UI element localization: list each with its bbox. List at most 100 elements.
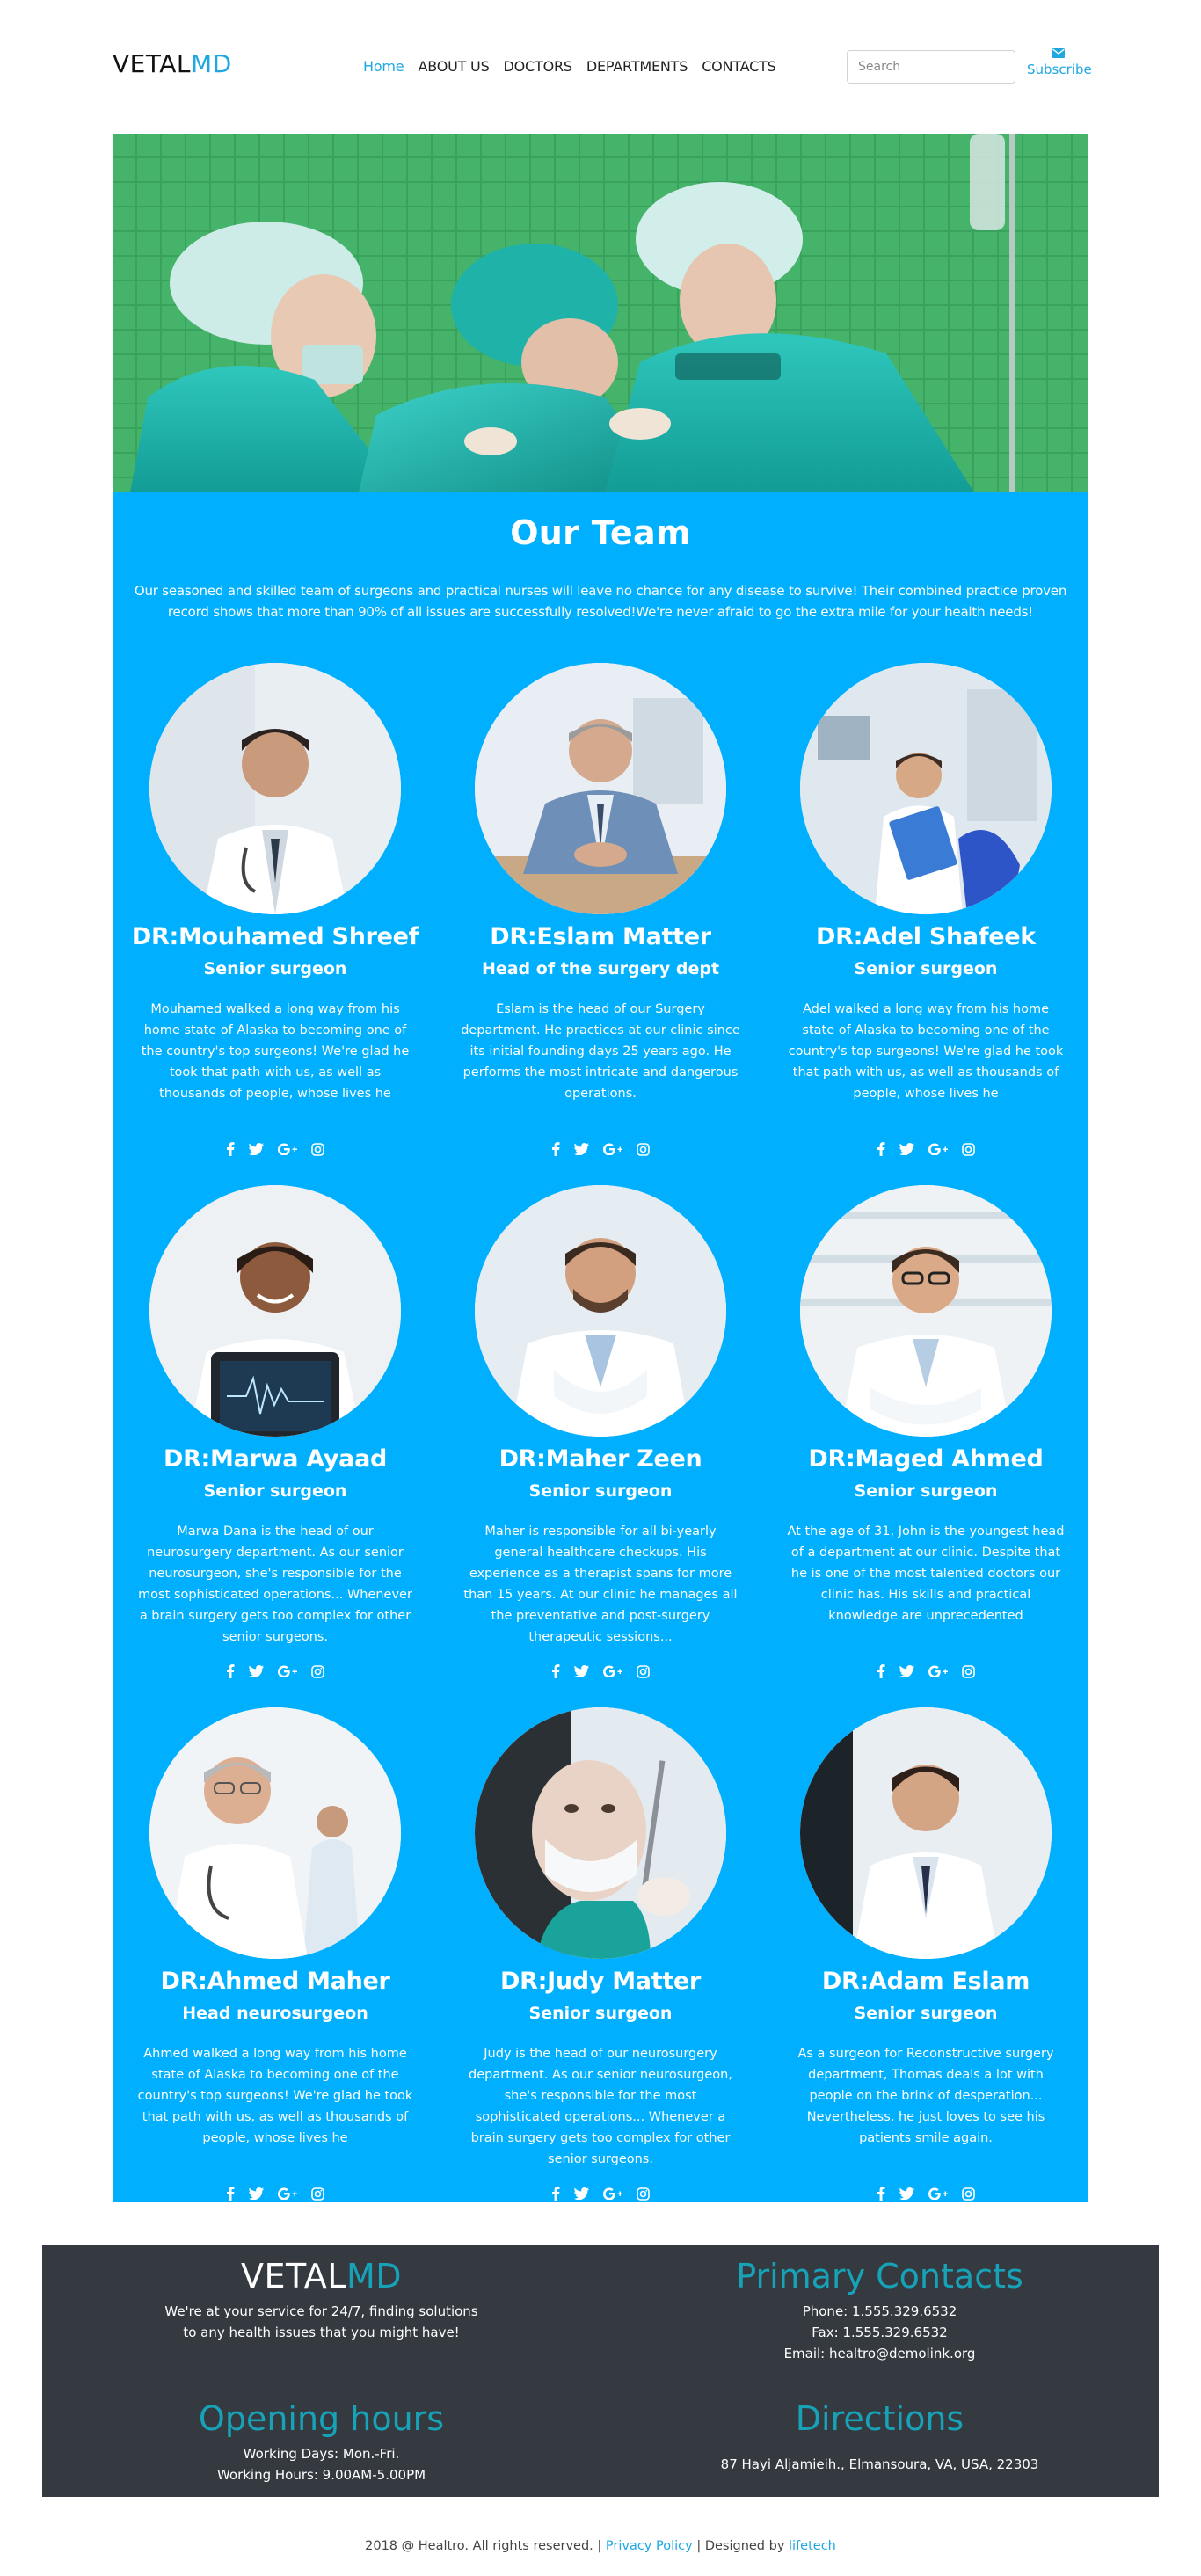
nav-item-home[interactable]: Home: [363, 58, 404, 75]
designer-link[interactable]: lifetech: [789, 2539, 836, 2553]
instagram-icon[interactable]: [962, 1140, 975, 1158]
google-plus-icon[interactable]: [928, 1140, 948, 1158]
instagram-icon[interactable]: [962, 2185, 975, 2202]
facebook-icon[interactable]: [226, 1140, 235, 1158]
google-plus-icon[interactable]: [603, 1663, 622, 1680]
doctor-role: Senior surgeon: [528, 1481, 673, 1501]
social-links: [438, 1662, 763, 1681]
doctor-card: DR:Judy Matter Senior surgeon Judy is th…: [438, 1707, 763, 2203]
instagram-icon[interactable]: [962, 1663, 975, 1680]
doctor-card: DR:Ahmed Maher Head neurosurgeon Ahmed w…: [113, 1707, 438, 2203]
social-links: [763, 1139, 1088, 1159]
doctor-bio: At the age of 31, John is the youngest h…: [787, 1524, 1065, 1623]
twitter-icon[interactable]: [574, 1140, 589, 1158]
social-links: [438, 2184, 763, 2203]
doctor-photo: [800, 663, 1052, 914]
nav-item-about-us[interactable]: ABOUT US: [418, 58, 489, 75]
facebook-icon[interactable]: [551, 2185, 560, 2202]
google-plus-icon[interactable]: [928, 2185, 948, 2202]
hero-image: [113, 134, 1088, 492]
instagram-icon[interactable]: [311, 1663, 324, 1680]
doctor-bio: Adel walked a long way from his home sta…: [788, 1002, 1064, 1101]
facebook-icon[interactable]: [226, 2185, 235, 2202]
google-plus-icon[interactable]: [928, 1663, 948, 1680]
social-links: [113, 1139, 438, 1159]
team-title: Our Team: [510, 513, 691, 552]
social-links: [763, 2184, 1088, 2203]
instagram-icon[interactable]: [637, 1663, 650, 1680]
doctor-card: DR:Maged Ahmed Senior surgeon At the age…: [763, 1185, 1088, 1681]
twitter-icon[interactable]: [899, 1140, 914, 1158]
google-plus-icon[interactable]: [603, 2185, 622, 2202]
doctor-bio: Mouhamed walked a long way from his home…: [141, 1002, 410, 1101]
nav-item-contacts[interactable]: CONTACTS: [702, 58, 776, 75]
designed-by-text: | Designed by: [696, 2539, 785, 2553]
footer-tagline-line2: to any health issues that you might have…: [183, 2325, 460, 2340]
facebook-icon[interactable]: [877, 2185, 885, 2202]
twitter-icon[interactable]: [249, 1663, 264, 1680]
team-section: Our Team Our seasoned and skilled team o…: [113, 492, 1088, 2202]
google-plus-icon[interactable]: [278, 1140, 297, 1158]
nav-item-doctors[interactable]: DOCTORS: [504, 58, 573, 75]
hours-title: Opening hours: [198, 2399, 445, 2438]
doctor-name: DR:Maher Zeen: [499, 1445, 702, 1473]
contact-email[interactable]: Email: healtro@demolink.org: [600, 2343, 1159, 2364]
doctor-role: Senior surgeon: [203, 959, 347, 979]
twitter-icon[interactable]: [249, 1140, 264, 1158]
facebook-icon[interactable]: [551, 1140, 560, 1158]
facebook-icon[interactable]: [226, 1663, 235, 1680]
doctor-photo: [149, 663, 401, 914]
doctor-photo: [800, 1185, 1052, 1437]
contact-fax: Fax: 1.555.329.6532: [812, 2325, 948, 2340]
twitter-icon[interactable]: [574, 1663, 589, 1680]
instagram-icon[interactable]: [311, 2185, 324, 2202]
doctor-photo: [475, 663, 726, 914]
doctor-name: DR:Maged Ahmed: [808, 1445, 1044, 1473]
contacts-title: Primary Contacts: [736, 2257, 1023, 2296]
google-plus-icon[interactable]: [278, 2185, 297, 2202]
doctor-photo: [475, 1185, 726, 1437]
footer-hours: Opening hours Working Days: Mon.-Fri. Wo…: [42, 2398, 600, 2485]
doctor-card: DR:Marwa Ayaad Senior surgeon Marwa Dana…: [113, 1185, 438, 1681]
facebook-icon[interactable]: [877, 1140, 885, 1158]
google-plus-icon[interactable]: [278, 1663, 297, 1680]
doctor-name: DR:Mouhamed Shreef: [131, 923, 419, 950]
search-input[interactable]: [847, 50, 1015, 84]
doctor-card: DR:Adel Shafeek Senior surgeon Adel walk…: [763, 663, 1088, 1159]
instagram-icon[interactable]: [637, 1140, 650, 1158]
instagram-icon[interactable]: [637, 2185, 650, 2202]
doctor-bio: As a surgeon for Reconstructive surgery …: [797, 2047, 1054, 2145]
doctor-photo: [800, 1707, 1052, 1959]
google-plus-icon[interactable]: [603, 1140, 622, 1158]
doctor-role: Senior surgeon: [854, 1481, 998, 1501]
doctor-card: DR:Adam Eslam Senior surgeon As a surgeo…: [763, 1707, 1088, 2203]
footer-about: VETALMD We're at your service for 24/7, …: [42, 2255, 600, 2343]
main-nav: Home ABOUT US DOCTORS DEPARTMENTS CONTAC…: [363, 58, 790, 75]
twitter-icon[interactable]: [899, 2185, 914, 2202]
privacy-policy-link[interactable]: Privacy Policy: [606, 2539, 693, 2553]
brand-part1: VETAL: [113, 49, 192, 78]
subscribe-button[interactable]: Subscribe: [1027, 48, 1092, 77]
doctor-card: DR:Mouhamed Shreef Senior surgeon Mouham…: [113, 663, 438, 1159]
contact-phone: Phone: 1.555.329.6532: [802, 2303, 957, 2319]
doctor-name: DR:Adam Eslam: [821, 1968, 1030, 1995]
address: 87 Hayi Aljamieih., Elmansoura, VA, USA,…: [720, 2456, 1039, 2472]
doctor-name: DR:Judy Matter: [500, 1968, 701, 1995]
doctor-role: Senior surgeon: [203, 1481, 347, 1501]
doctor-role: Head neurosurgeon: [182, 2004, 368, 2023]
twitter-icon[interactable]: [574, 2185, 589, 2202]
doctor-bio: Judy is the head of our neurosurgery dep…: [469, 2047, 732, 2166]
twitter-icon[interactable]: [249, 2185, 264, 2202]
nav-item-departments[interactable]: DEPARTMENTS: [586, 58, 688, 75]
doctor-role: Head of the surgery dept: [481, 959, 720, 979]
facebook-icon[interactable]: [551, 1663, 560, 1680]
facebook-icon[interactable]: [877, 1663, 885, 1680]
social-links: [438, 1139, 763, 1159]
brand-logo[interactable]: VETALMD: [113, 49, 232, 78]
instagram-icon[interactable]: [311, 1140, 324, 1158]
subscribe-label: Subscribe: [1027, 62, 1092, 77]
doctor-bio: Eslam is the head of our Surgery departm…: [461, 1002, 740, 1101]
footer-directions: Directions 87 Hayi Aljamieih., Elmansour…: [600, 2398, 1159, 2475]
doctor-name: DR:Ahmed Maher: [160, 1968, 390, 1995]
twitter-icon[interactable]: [899, 1663, 914, 1680]
